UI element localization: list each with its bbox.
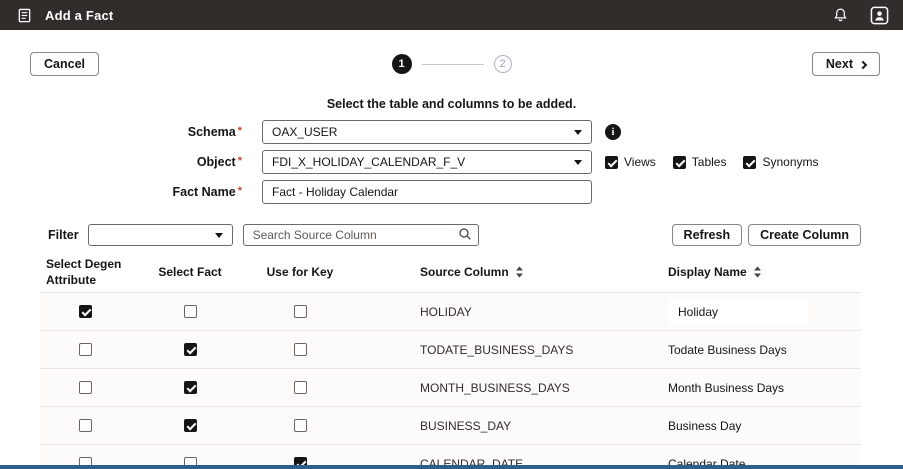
column-header-select-fact: Select Fact — [130, 261, 250, 283]
filter-label: Filter — [48, 228, 79, 242]
window-bottom-accent — [0, 465, 903, 469]
create-column-button-label: Create Column — [760, 228, 849, 242]
object-select-value: FDI_X_HOLIDAY_CALENDAR_F_V — [272, 155, 574, 169]
object-type-filter-checkbox[interactable]: Views — [605, 155, 656, 169]
chevron-down-icon — [574, 160, 582, 165]
fact-name-label: Fact Name* — [0, 185, 262, 199]
column-header-use-for-key: Use for Key — [250, 261, 350, 283]
column-header-source-column: Source Column — [350, 261, 620, 283]
table-filter-bar: Filter Refresh Create Column — [48, 224, 861, 246]
table-row: MONTH_BUSINESS_DAYS Month Business Days — [40, 368, 861, 406]
checkbox-label: Tables — [692, 155, 727, 169]
source-columns-table: Select Degen Attribute Select Fact Use f… — [40, 252, 861, 469]
required-asterisk: * — [238, 155, 242, 167]
schema-select-value: OAX_USER — [272, 125, 574, 139]
select-fact-checkbox[interactable] — [184, 381, 197, 394]
display-name-value[interactable]: Business Day — [620, 419, 861, 433]
select-fact-checkbox[interactable] — [184, 305, 197, 318]
source-column-value: MONTH_BUSINESS_DAYS — [350, 381, 620, 395]
display-name-value[interactable]: Month Business Days — [620, 381, 861, 395]
user-avatar-icon[interactable] — [867, 3, 891, 27]
degen-attribute-checkbox[interactable] — [79, 305, 92, 318]
sort-icon[interactable] — [515, 266, 524, 278]
object-label: Object* — [0, 155, 262, 169]
fact-name-input[interactable] — [262, 180, 592, 204]
schema-info-icon[interactable]: i — [605, 124, 621, 140]
refresh-button[interactable]: Refresh — [672, 224, 743, 246]
wizard-stepper: 1 2 — [0, 53, 903, 75]
display-name-value[interactable]: Holiday — [620, 300, 861, 324]
stepper-connector — [422, 64, 484, 65]
page-title: Add a Fact — [45, 8, 113, 23]
schema-label: Schema* — [0, 125, 262, 139]
object-type-filters: Views Tables Synonyms — [605, 155, 819, 169]
column-header-select-degen-attribute: Select Degen Attribute — [40, 252, 130, 292]
use-for-key-checkbox[interactable] — [294, 419, 307, 432]
fact-sheet-icon — [12, 3, 36, 27]
source-column-value: BUSINESS_DAY — [350, 419, 620, 433]
refresh-button-label: Refresh — [684, 228, 731, 242]
column-header-display-name: Display Name — [620, 261, 861, 283]
degen-attribute-checkbox[interactable] — [79, 343, 92, 356]
add-a-fact-window: Add a Fact Cancel 1 2 Next Select the ta… — [0, 0, 903, 469]
search-source-column-input[interactable] — [243, 224, 479, 246]
search-icon[interactable] — [458, 227, 472, 244]
degen-attribute-checkbox[interactable] — [79, 381, 92, 394]
fact-form: Schema* OAX_USER i Object* FDI_X_HOLIDAY… — [0, 120, 903, 210]
table-row: BUSINESS_DAY Business Day — [40, 406, 861, 444]
source-column-value: HOLIDAY — [350, 305, 620, 319]
object-form-row: Object* FDI_X_HOLIDAY_CALENDAR_F_V Views… — [0, 150, 903, 174]
required-asterisk: * — [238, 185, 242, 197]
select-fact-checkbox[interactable] — [184, 343, 197, 356]
fact-name-form-row: Fact Name* — [0, 180, 903, 204]
step-1-indicator[interactable]: 1 — [392, 54, 412, 74]
filter-select[interactable] — [88, 224, 233, 246]
chevron-down-icon — [574, 130, 582, 135]
create-column-button[interactable]: Create Column — [748, 224, 861, 246]
table-header-row: Select Degen Attribute Select Fact Use f… — [40, 252, 861, 292]
next-button[interactable]: Next — [812, 52, 880, 76]
chevron-right-icon — [859, 60, 867, 68]
chevron-down-icon — [215, 233, 223, 238]
schema-select[interactable]: OAX_USER — [262, 120, 592, 144]
use-for-key-checkbox[interactable] — [294, 381, 307, 394]
display-name-value[interactable]: Todate Business Days — [620, 343, 861, 357]
object-type-filter-checkbox[interactable]: Tables — [673, 155, 727, 169]
use-for-key-checkbox[interactable] — [294, 305, 307, 318]
object-type-filter-checkbox[interactable]: Synonyms — [743, 155, 818, 169]
checkbox-label: Views — [624, 155, 656, 169]
select-fact-checkbox[interactable] — [184, 419, 197, 432]
checkbox-icon[interactable] — [743, 156, 756, 169]
table-row: HOLIDAY Holiday — [40, 292, 861, 330]
sort-icon[interactable] — [753, 266, 762, 278]
table-body: HOLIDAY Holiday TODATE_BUSINESS_DAYS Tod… — [40, 292, 861, 469]
step-2-indicator[interactable]: 2 — [494, 55, 512, 73]
required-asterisk: * — [238, 125, 242, 137]
next-button-label: Next — [826, 57, 853, 71]
notifications-bell-icon[interactable] — [828, 3, 852, 27]
schema-form-row: Schema* OAX_USER i — [0, 120, 903, 144]
checkbox-label: Synonyms — [762, 155, 818, 169]
table-row: TODATE_BUSINESS_DAYS Todate Business Day… — [40, 330, 861, 368]
app-header-bar: Add a Fact — [0, 0, 903, 30]
object-select[interactable]: FDI_X_HOLIDAY_CALENDAR_F_V — [262, 150, 592, 174]
use-for-key-checkbox[interactable] — [294, 343, 307, 356]
step-instruction-text: Select the table and columns to be added… — [0, 97, 903, 111]
checkbox-icon[interactable] — [673, 156, 686, 169]
degen-attribute-checkbox[interactable] — [79, 419, 92, 432]
checkbox-icon[interactable] — [605, 156, 618, 169]
source-column-value: TODATE_BUSINESS_DAYS — [350, 343, 620, 357]
